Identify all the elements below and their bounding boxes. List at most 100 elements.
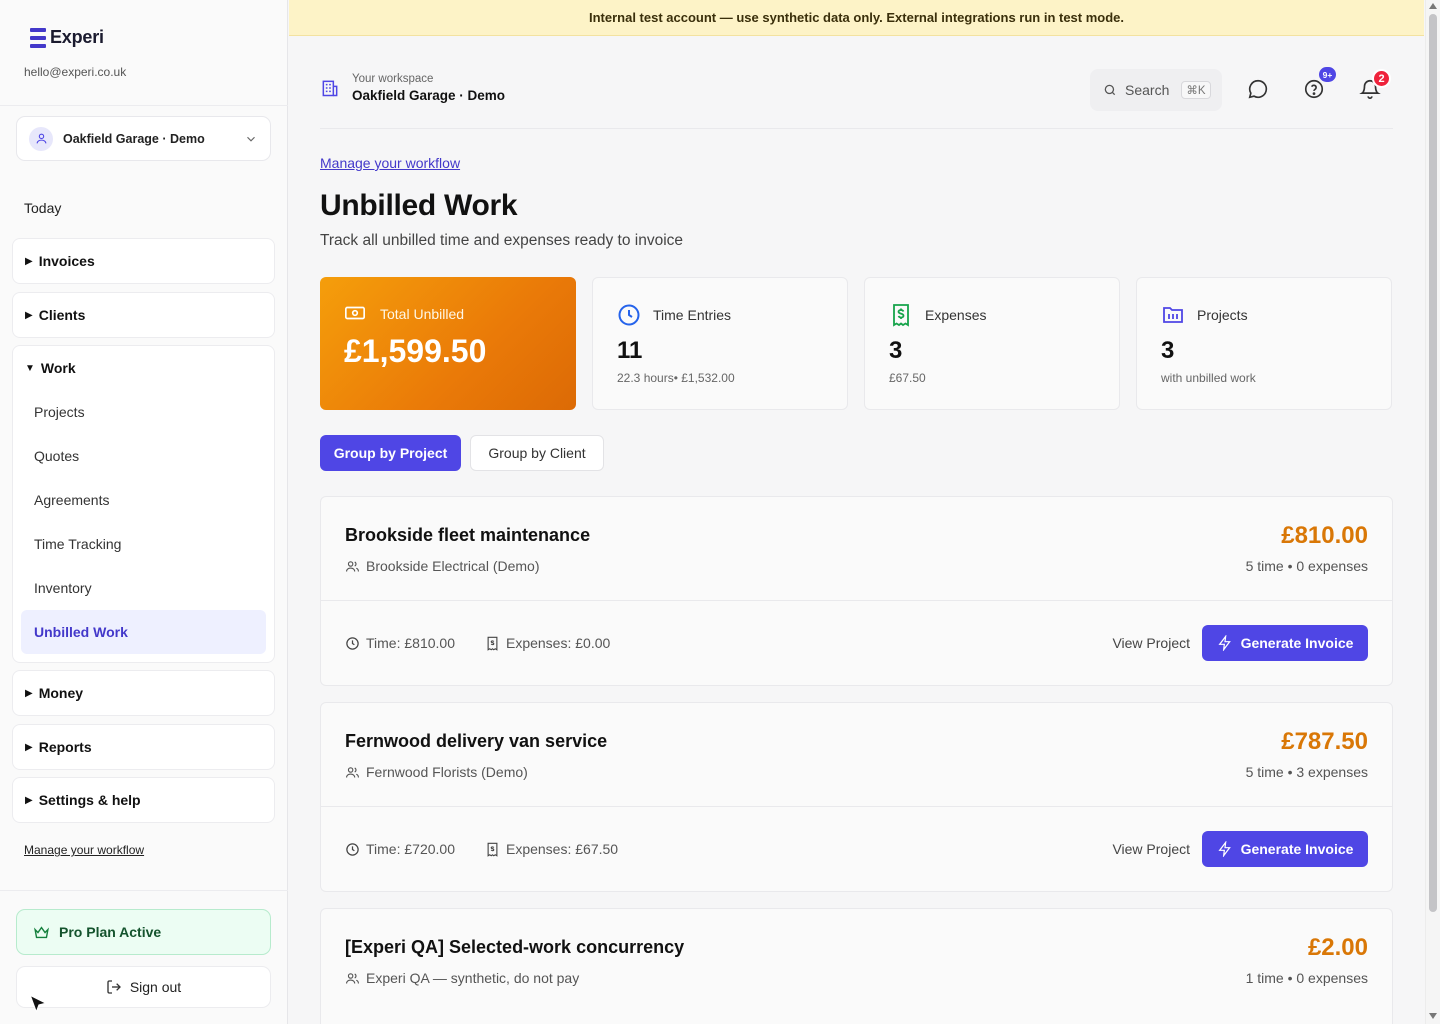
sidebar-group-label: Settings & help — [38, 792, 141, 808]
sidebar-item-unbilled-work[interactable]: Unbilled Work — [21, 610, 266, 654]
project-amount: £810.00 — [1281, 522, 1368, 549]
main-content: Your workspace Oakfield Garage · Demo Se… — [289, 37, 1424, 1024]
caret-down-icon: ▼ — [25, 362, 35, 374]
help-button[interactable]: 9+ — [1303, 67, 1336, 102]
page-subtitle: Track all unbilled time and expenses rea… — [320, 232, 684, 249]
project-counts: 1 time • 0 expenses — [1245, 970, 1368, 986]
sidebar-group-label: Clients — [38, 307, 86, 323]
project-client: Brookside Electrical (Demo) — [345, 558, 540, 574]
sidebar-group-label: Invoices — [38, 253, 95, 269]
plan-status-button[interactable]: Pro Plan Active — [16, 909, 271, 955]
user-icon — [29, 126, 53, 151]
sidebar-workflow-link[interactable]: Manage your workflow — [24, 843, 144, 857]
generate-invoice-button[interactable]: Generate Invoice — [1202, 625, 1368, 661]
generate-invoice-label: Generate Invoice — [1240, 841, 1354, 857]
clock-icon — [618, 304, 640, 326]
page-scrollbar[interactable] — [1425, 0, 1440, 1024]
search-label: Search — [1125, 82, 1170, 98]
users-icon — [346, 766, 359, 778]
receipt-icon — [487, 636, 498, 651]
users-icon — [346, 560, 359, 572]
sidebar-item-projects[interactable]: Projects — [21, 390, 266, 434]
sidebar-group-work: ▼ Work Projects Quotes Agreements Time Tr… — [12, 345, 275, 663]
project-client-name: Experi QA — synthetic, do not pay — [366, 970, 580, 986]
page-title: Unbilled Work — [320, 189, 518, 222]
search-shortcut: ⌘K — [1181, 81, 1211, 99]
building-icon — [322, 80, 338, 97]
caret-right-icon: ▶ — [25, 794, 33, 806]
messages-button[interactable] — [1247, 78, 1271, 102]
stat-card-projects: Projects 3 with unbilled work — [1136, 277, 1392, 410]
project-expenses-total: Expenses: £67.50 — [505, 841, 619, 857]
search-button[interactable]: Search ⌘K — [1090, 69, 1222, 111]
group-by-client-button[interactable]: Group by Client — [470, 435, 604, 471]
workspace-select-value: Oakfield Garage · Demo — [63, 131, 205, 146]
workspace-label: Your workspace — [352, 73, 434, 85]
sidebar-group-reports[interactable]: ▶ Reports — [12, 724, 275, 770]
sidebar-item-time-tracking[interactable]: Time Tracking — [21, 522, 266, 566]
caret-right-icon: ▶ — [25, 687, 33, 699]
group-by-project-button[interactable]: Group by Project — [320, 435, 461, 471]
notifications-button[interactable]: 2 — [1359, 69, 1391, 102]
stat-card-total-unbilled: Total Unbilled £1,599.50 — [320, 277, 576, 410]
sidebar-item-today[interactable]: Today — [24, 200, 61, 216]
project-card: [Experi QA] Selected-work concurrency Ex… — [320, 908, 1393, 1024]
clock-icon — [346, 842, 359, 856]
stat-note: 22.3 hours• £1,532.00 — [617, 371, 735, 385]
project-time-total: Time: £810.00 — [366, 635, 455, 651]
project-client: Fernwood Florists (Demo) — [345, 764, 528, 780]
mouse-cursor-icon — [29, 994, 47, 1013]
project-title: Brookside fleet maintenance — [345, 525, 591, 545]
notification-badge: 2 — [1372, 69, 1391, 88]
stat-note: £67.50 — [889, 371, 926, 385]
test-account-banner: Internal test account — use synthetic da… — [289, 0, 1424, 36]
receipt-icon — [487, 842, 498, 857]
stat-card-time-entries: Time Entries 11 22.3 hours• £1,532.00 — [592, 277, 848, 410]
manage-workflow-link[interactable]: Manage your workflow — [320, 155, 460, 171]
account-email: hello@experi.co.uk — [24, 65, 127, 79]
sidebar-item-inventory[interactable]: Inventory — [21, 566, 266, 610]
workspace-title: Oakfield Garage · Demo — [352, 88, 506, 103]
plan-status-label: Pro Plan Active — [59, 924, 162, 940]
project-client-name: Brookside Electrical (Demo) — [366, 558, 540, 574]
stat-value: 3 — [1161, 337, 1175, 364]
sidebar-group-money[interactable]: ▶ Money — [12, 670, 275, 716]
sidebar-group-work-toggle[interactable]: ▼ Work — [13, 346, 274, 390]
project-breakdown: Time: £720.00 Expenses: £67.50 — [345, 841, 618, 857]
scroll-thumb[interactable] — [1429, 14, 1437, 912]
lightning-icon — [1218, 841, 1231, 857]
receipt-icon — [893, 304, 909, 327]
divider — [0, 890, 288, 891]
sidebar-group-clients[interactable]: ▶ Clients — [12, 292, 275, 338]
sidebar-item-agreements[interactable]: Agreements — [21, 478, 266, 522]
stat-value: 3 — [889, 337, 903, 364]
crown-icon — [34, 925, 49, 938]
stat-label: Time Entries — [653, 307, 732, 323]
project-amount: £787.50 — [1281, 728, 1368, 755]
project-card: Brookside fleet maintenance Brookside El… — [320, 496, 1393, 686]
sidebar-item-quotes[interactable]: Quotes — [21, 434, 266, 478]
caret-right-icon: ▶ — [25, 255, 33, 267]
sidebar-group-label: Work — [40, 360, 76, 376]
sign-out-button[interactable]: Sign out — [16, 966, 271, 1008]
view-project-link[interactable]: View Project — [1112, 635, 1190, 651]
scroll-down-icon[interactable] — [1429, 1013, 1437, 1019]
stat-note: with unbilled work — [1161, 371, 1256, 385]
project-card-header: Fernwood delivery van service Fernwood F… — [321, 703, 1392, 807]
stat-label: Total Unbilled — [380, 306, 465, 322]
sidebar-group-settings-help[interactable]: ▶ Settings & help — [12, 777, 275, 823]
view-project-link[interactable]: View Project — [1112, 841, 1190, 857]
brand-logo[interactable]: Experi — [30, 27, 104, 48]
project-title: Fernwood delivery van service — [345, 731, 608, 751]
help-circle-icon — [1304, 79, 1324, 99]
users-icon — [346, 972, 359, 984]
workspace-select[interactable]: Oakfield Garage · Demo — [16, 116, 271, 161]
sign-out-icon — [107, 980, 121, 994]
divider — [320, 128, 1393, 129]
stat-label: Projects — [1197, 307, 1248, 323]
sidebar-group-invoices[interactable]: ▶ Invoices — [12, 238, 275, 284]
scroll-up-icon[interactable] — [1429, 3, 1437, 9]
generate-invoice-label: Generate Invoice — [1240, 635, 1354, 651]
generate-invoice-button[interactable]: Generate Invoice — [1202, 831, 1368, 867]
project-card: Fernwood delivery van service Fernwood F… — [320, 702, 1393, 892]
